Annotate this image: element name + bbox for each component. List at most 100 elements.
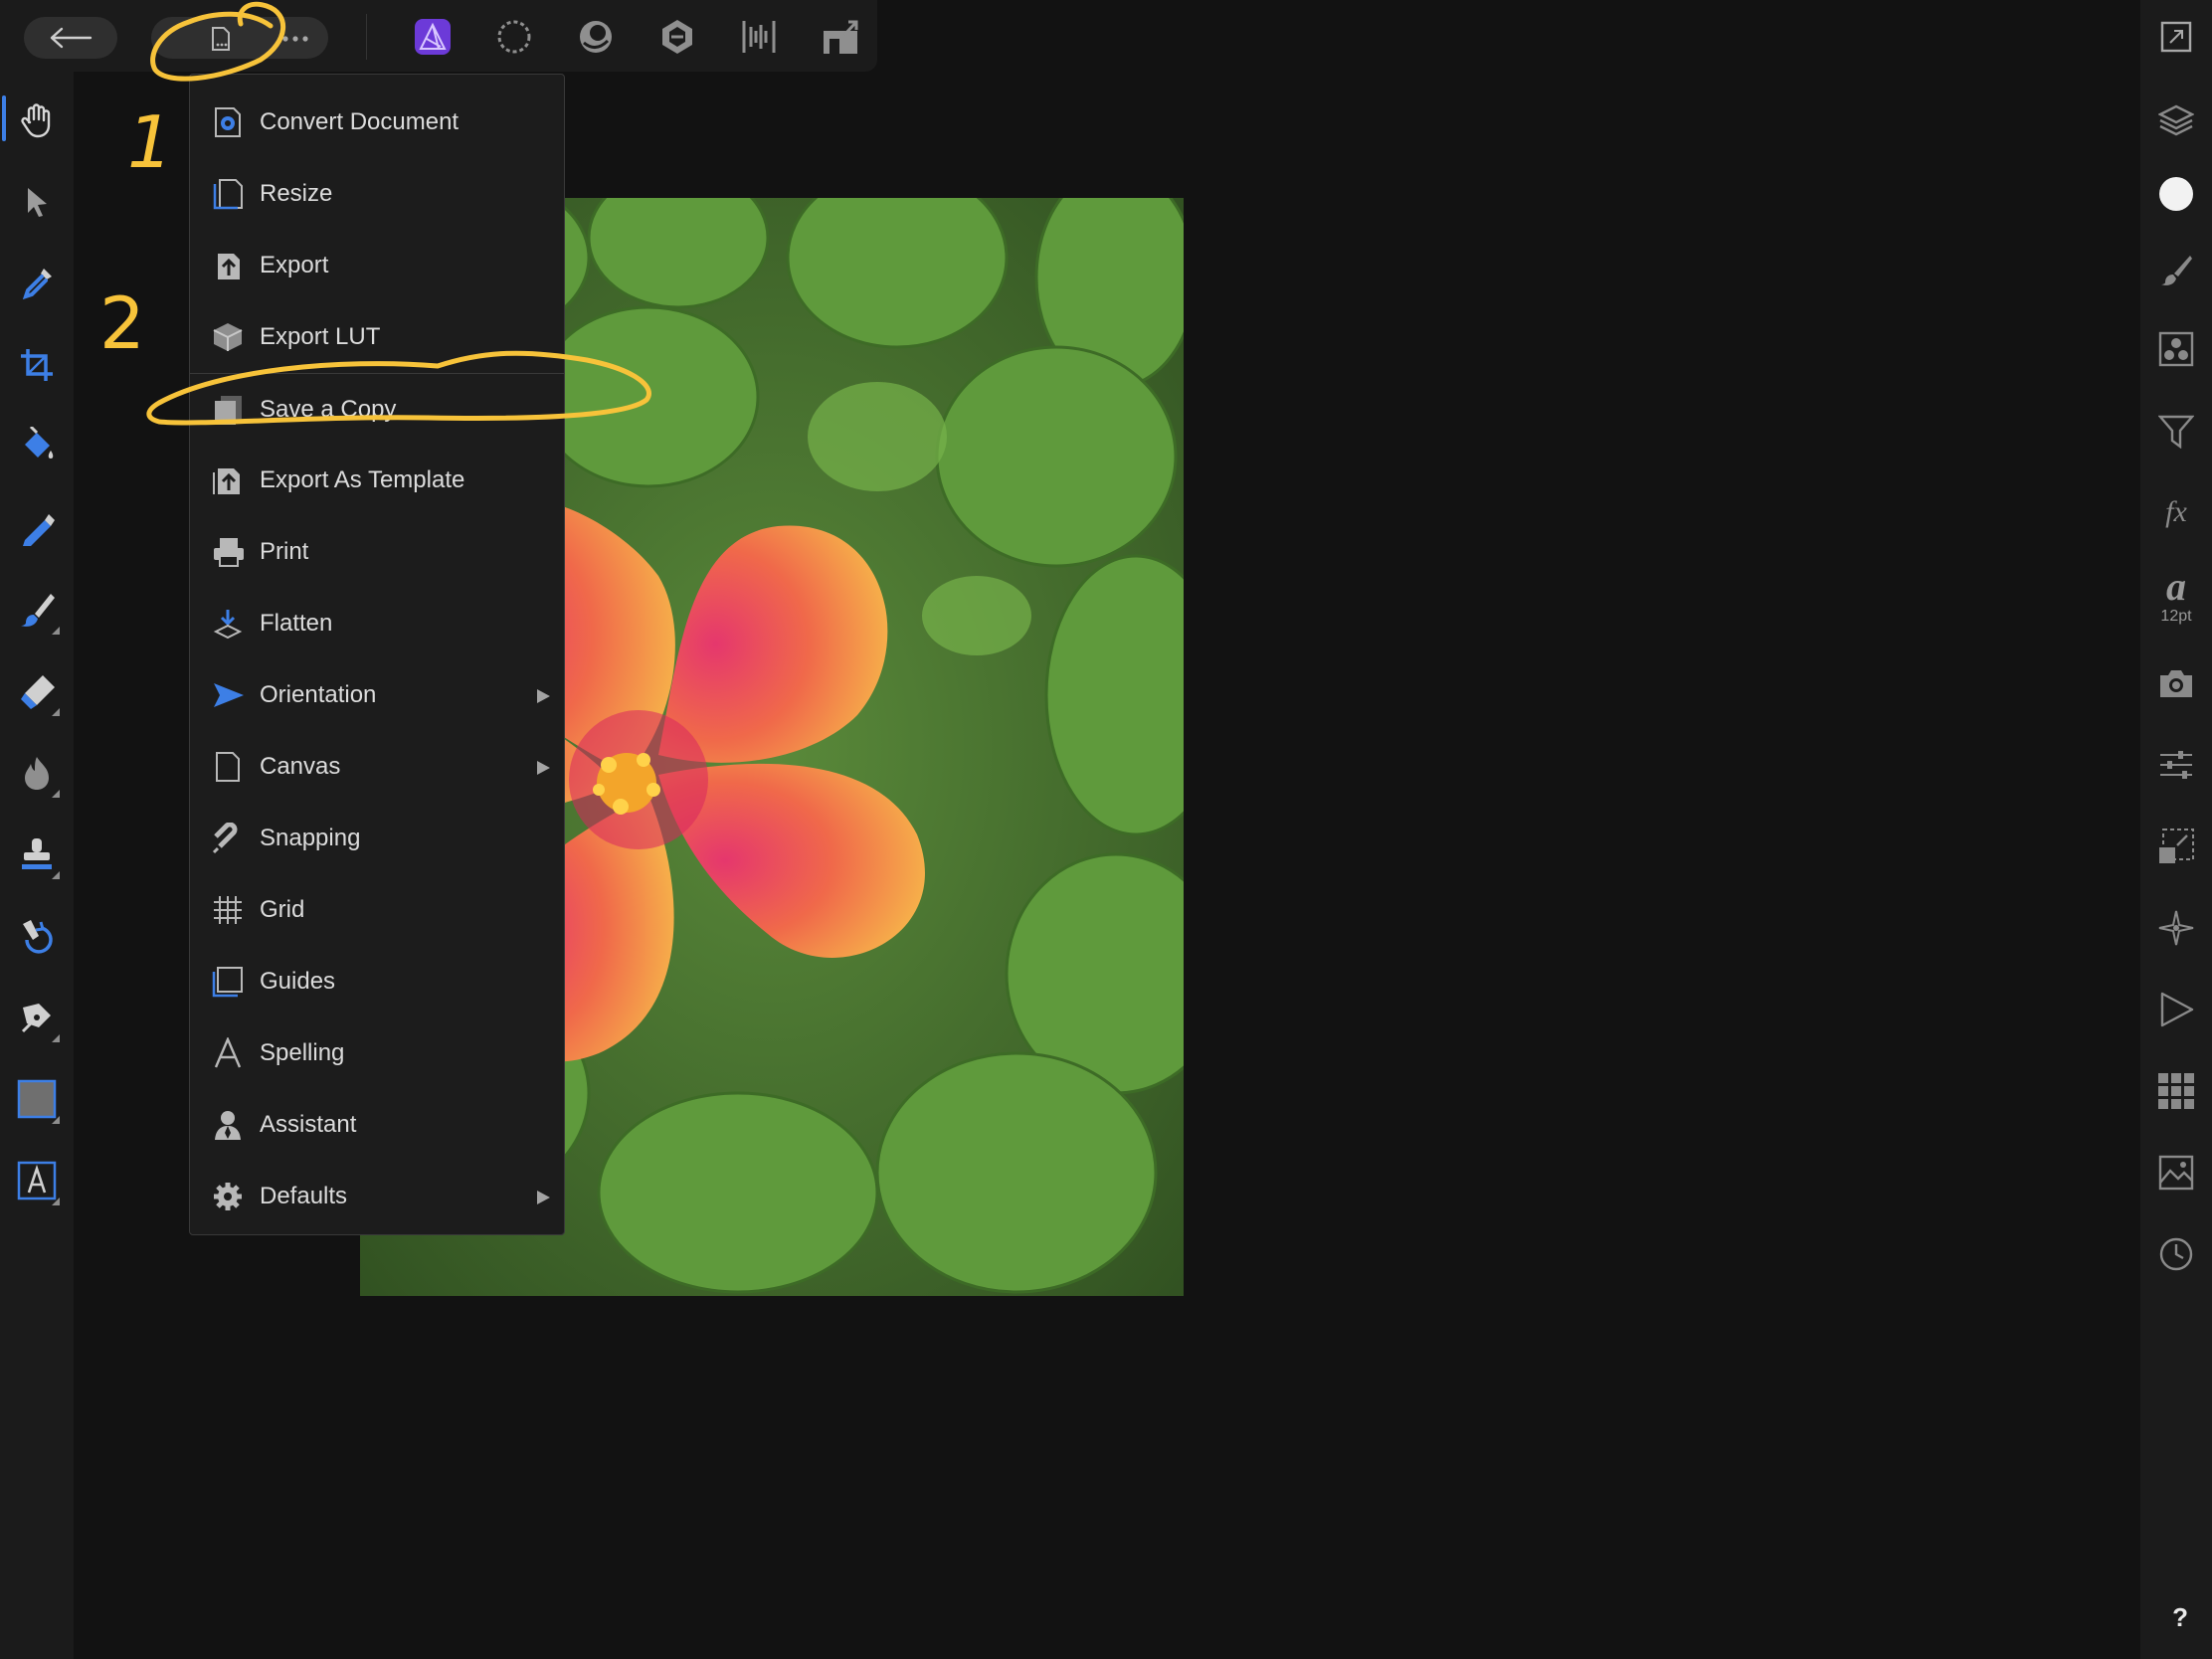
- color-icon: [2159, 177, 2193, 211]
- view-mode-icon: [2160, 21, 2192, 53]
- paint-brush-icon: [21, 594, 55, 627]
- menu-item-grid[interactable]: Grid: [190, 874, 564, 946]
- view-mode-button[interactable]: [2145, 6, 2207, 68]
- tone-mapping-persona-button[interactable]: [652, 12, 702, 62]
- menu-item-resize[interactable]: Resize: [190, 158, 564, 230]
- clone-tool[interactable]: [6, 824, 68, 885]
- menu-item-flatten[interactable]: Flatten: [190, 588, 564, 659]
- navigator-button[interactable]: [2145, 897, 2207, 959]
- library-button[interactable]: [2145, 1142, 2207, 1203]
- menu-item-label: Spelling: [260, 1039, 345, 1066]
- develop-persona-button[interactable]: [571, 12, 621, 62]
- submenu-corner-icon: [52, 1198, 60, 1205]
- menu-item-convert-document[interactable]: Convert Document: [190, 87, 564, 158]
- flood-fill-icon: [25, 427, 54, 459]
- rectangle-tool[interactable]: [6, 1068, 68, 1130]
- pen-icon: [21, 1004, 51, 1033]
- menu-item-label: Save a Copy: [260, 396, 397, 423]
- menu-item-export-as-template[interactable]: Export As Template: [190, 445, 564, 516]
- menu-item-print[interactable]: Print: [190, 516, 564, 588]
- text-tool[interactable]: [6, 1150, 68, 1211]
- font-size-label: 12pt: [2160, 608, 2192, 625]
- share-button[interactable]: [816, 12, 865, 62]
- export-lut-icon: [212, 321, 244, 353]
- channels-icon: [2158, 331, 2194, 367]
- back-button[interactable]: [24, 17, 117, 59]
- selection-brush-tool[interactable]: [6, 497, 68, 559]
- brushes-button[interactable]: [2145, 239, 2207, 300]
- menu-item-label: Print: [260, 538, 309, 565]
- burn-brush-icon: [25, 757, 49, 790]
- export-template-icon: [212, 464, 244, 496]
- menu-item-guides[interactable]: Guides: [190, 946, 564, 1017]
- color-picker-icon: [22, 269, 52, 300]
- document-menu: Convert Document Resize Export Export LUT Sa…: [189, 74, 565, 1235]
- history-button[interactable]: [2145, 1223, 2207, 1285]
- swatches-icon: [2158, 1073, 2194, 1109]
- menu-item-assistant[interactable]: Assistant: [190, 1089, 564, 1161]
- transform-button[interactable]: [2145, 816, 2207, 877]
- burn-brush-tool[interactable]: [6, 742, 68, 804]
- menu-item-label: Resize: [260, 180, 333, 207]
- menu-item-export-lut[interactable]: Export LUT: [190, 301, 564, 373]
- macros-button[interactable]: [2145, 979, 2207, 1040]
- photo-persona-button[interactable]: [408, 12, 458, 62]
- color-picker-tool[interactable]: [6, 253, 68, 314]
- menu-item-orientation[interactable]: Orientation: [190, 659, 564, 731]
- move-tool[interactable]: [6, 171, 68, 233]
- help-button[interactable]: ?: [2172, 1602, 2188, 1633]
- menu-item-label: Flatten: [260, 610, 333, 637]
- move-icon: [28, 188, 47, 217]
- orientation-icon: [212, 679, 244, 711]
- inpainting-icon: [23, 920, 53, 954]
- develop-persona-icon: [580, 21, 612, 53]
- menu-item-snapping[interactable]: Snapping: [190, 803, 564, 874]
- menu-item-label: Guides: [260, 968, 336, 995]
- artistic-text-icon: [17, 1161, 57, 1200]
- layers-button[interactable]: [2145, 90, 2207, 151]
- color-button[interactable]: [2145, 163, 2207, 225]
- step2-label: 2: [99, 281, 145, 365]
- submenu-corner-icon: [52, 627, 60, 635]
- channels-button[interactable]: [2145, 318, 2207, 380]
- liquify-persona-button[interactable]: [489, 12, 539, 62]
- effects-label: fx: [2165, 495, 2187, 528]
- inpainting-tool[interactable]: [6, 905, 68, 967]
- flood-fill-tool[interactable]: [6, 416, 68, 477]
- character-button[interactable]: a 12pt: [2145, 557, 2207, 637]
- studio-panel: fx a 12pt ?: [2140, 0, 2212, 1659]
- pen-tool[interactable]: [6, 987, 68, 1048]
- effects-button[interactable]: fx: [2145, 481, 2207, 543]
- share-icon: [824, 20, 858, 54]
- erase-brush-tool[interactable]: [6, 660, 68, 722]
- submenu-arrow-icon: [537, 761, 550, 775]
- menu-item-label: Convert Document: [260, 108, 460, 135]
- menu-item-export[interactable]: Export: [190, 230, 564, 301]
- submenu-corner-icon: [52, 871, 60, 879]
- step1-label: 1: [127, 100, 173, 184]
- adjustments-button[interactable]: [2145, 400, 2207, 461]
- macros-icon: [2160, 992, 2194, 1027]
- menu-item-save-a-copy[interactable]: Save a Copy: [190, 373, 564, 446]
- export-persona-button[interactable]: [734, 12, 784, 62]
- submenu-arrow-icon: [537, 689, 550, 703]
- document-menu-button[interactable]: [207, 25, 235, 53]
- document-menu-icon: [212, 27, 230, 51]
- menu-item-canvas[interactable]: Canvas: [190, 731, 564, 803]
- navigator-icon: [2158, 910, 2194, 946]
- levels-button[interactable]: [2145, 734, 2207, 796]
- library-icon: [2158, 1155, 2194, 1191]
- swatches-button[interactable]: [2145, 1060, 2207, 1122]
- print-icon: [212, 536, 244, 568]
- submenu-corner-icon: [52, 1116, 60, 1124]
- snapshots-button[interactable]: [2145, 652, 2207, 714]
- tools-panel: [0, 0, 74, 1659]
- paint-brush-tool[interactable]: [6, 579, 68, 641]
- hand-tool[interactable]: [6, 90, 68, 151]
- brushes-icon: [2161, 256, 2192, 285]
- rectangle-icon: [17, 1079, 57, 1119]
- crop-tool[interactable]: [6, 334, 68, 396]
- menu-item-defaults[interactable]: Defaults: [190, 1161, 564, 1232]
- menu-item-spelling[interactable]: Spelling: [190, 1017, 564, 1089]
- more-button[interactable]: [280, 25, 310, 53]
